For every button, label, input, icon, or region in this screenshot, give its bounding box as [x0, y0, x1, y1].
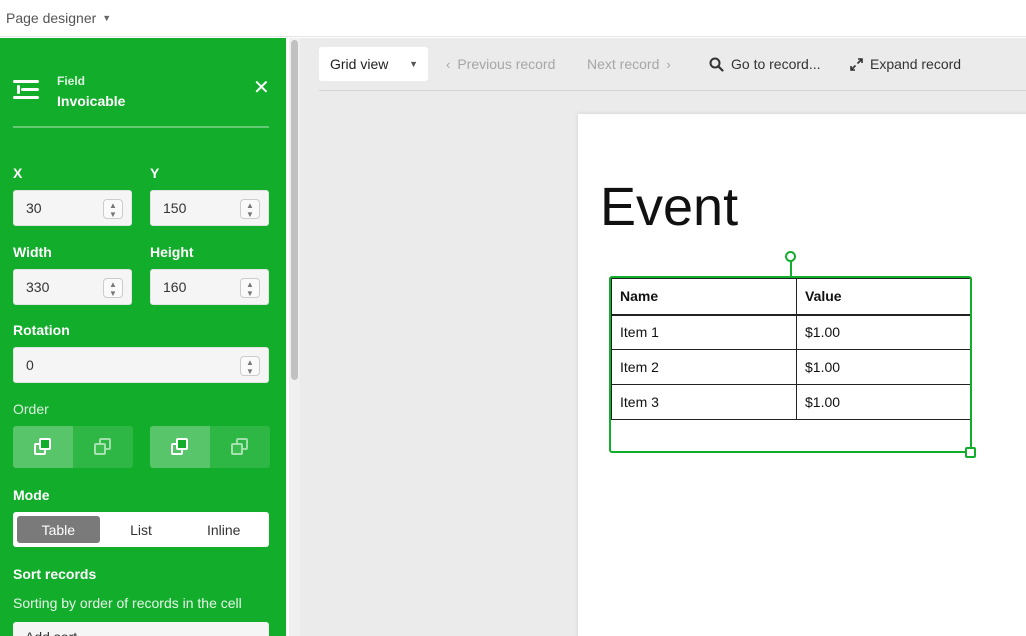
close-icon[interactable]: ✕ [253, 78, 270, 98]
mode-segmented-control: Table List Inline [13, 512, 269, 547]
add-sort-dropdown[interactable]: Add sort [13, 622, 269, 636]
go-to-record-label: Go to record... [731, 56, 821, 72]
bring-to-front-icon [171, 438, 189, 456]
width-field-wrap: ▲▼ [13, 269, 132, 305]
x-label: X [13, 165, 23, 181]
bring-forward-button[interactable] [13, 426, 73, 468]
previous-record-button[interactable]: ‹ Previous record [446, 56, 555, 72]
field-settings-icon [13, 78, 39, 102]
page-title[interactable]: Event [600, 176, 738, 238]
resize-handle[interactable] [965, 447, 976, 458]
mode-label: Mode [13, 487, 50, 503]
mode-inline-button[interactable]: Inline [182, 516, 265, 543]
order-group-2 [150, 426, 270, 468]
width-label: Width [13, 244, 52, 260]
send-to-back-button[interactable] [210, 426, 270, 468]
rotation-label: Rotation [13, 322, 70, 338]
x-field-wrap: ▲▼ [13, 190, 132, 226]
rotation-handle-stem [790, 261, 792, 277]
caret-down-icon: ▼ [409, 59, 418, 69]
send-to-back-icon [231, 438, 249, 456]
send-backward-button[interactable] [73, 426, 133, 468]
order-label: Order [13, 401, 49, 417]
app-title: Page designer [6, 10, 97, 26]
top-bar: Page designer ▼ [0, 0, 1026, 37]
sort-description: Sorting by order of records in the cell [13, 595, 242, 611]
y-label: Y [150, 165, 160, 181]
rotation-stepper[interactable]: ▲ ▼ [240, 356, 260, 376]
search-icon [709, 57, 724, 72]
caret-down-icon: ▼ [102, 13, 112, 23]
chevron-right-icon: › [666, 56, 671, 72]
height-field-wrap: ▲▼ [150, 269, 269, 305]
sidebar-scrollbar [289, 38, 300, 636]
view-select-value: Grid view [330, 56, 389, 72]
selected-field-frame[interactable] [609, 276, 972, 453]
chevron-left-icon: ‹ [446, 56, 451, 72]
height-label: Height [150, 244, 194, 260]
previous-record-label: Previous record [457, 56, 556, 72]
height-stepper[interactable]: ▲ ▼ [240, 278, 260, 298]
app-title-menu[interactable]: Page designer ▼ [6, 10, 111, 26]
view-select[interactable]: Grid view ▼ [319, 47, 428, 81]
bring-forward-icon [34, 438, 52, 456]
rotation-field[interactable] [14, 348, 268, 382]
sidebar-header: Field Invoicable ✕ [13, 72, 270, 128]
expand-icon [850, 57, 863, 71]
page-preview: Event Name Value Item 1 $1.00 Item 2 $1.… [578, 114, 1026, 636]
sort-label: Sort records [13, 566, 97, 582]
canvas-area: Grid view ▼ ‹ Previous record Next recor… [300, 38, 1026, 636]
rotation-field-wrap: ▲▼ [13, 347, 269, 383]
expand-record-button[interactable]: Expand record [850, 56, 961, 72]
sidebar-scrollbar-thumb[interactable] [291, 40, 298, 380]
sidebar-kicker: Field [57, 74, 86, 88]
rotation-handle[interactable] [785, 251, 796, 262]
expand-record-label: Expand record [870, 56, 962, 72]
mode-table-button[interactable]: Table [17, 516, 100, 543]
bring-to-front-button[interactable] [150, 426, 210, 468]
next-record-label: Next record [587, 56, 660, 72]
record-toolbar: Grid view ▼ ‹ Previous record Next recor… [319, 46, 1026, 91]
order-group-1 [13, 426, 133, 468]
width-stepper[interactable]: ▲ ▼ [103, 278, 123, 298]
sidebar-title: Invoicable [57, 93, 126, 109]
x-stepper[interactable]: ▲ ▼ [103, 199, 123, 219]
next-record-button[interactable]: Next record › [587, 56, 671, 72]
mode-list-button[interactable]: List [100, 516, 183, 543]
y-field-wrap: ▲▼ [150, 190, 269, 226]
send-backward-icon [94, 438, 112, 456]
field-sidebar: Field Invoicable ✕ X Y ▲▼ ▲▼ Width Heigh… [0, 38, 286, 636]
go-to-record-button[interactable]: Go to record... [709, 56, 820, 72]
y-stepper[interactable]: ▲ ▼ [240, 199, 260, 219]
